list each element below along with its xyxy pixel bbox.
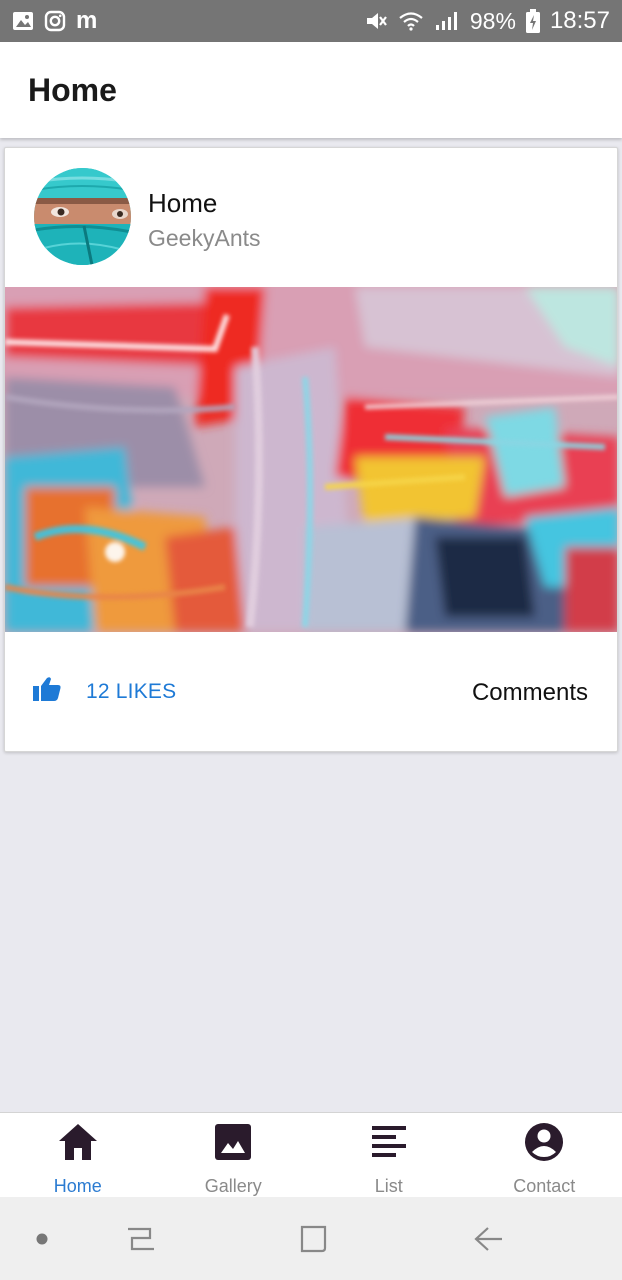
like-button[interactable]: 12 LIKES: [32, 676, 176, 707]
tab-label-gallery: Gallery: [204, 1176, 262, 1196]
comments-button[interactable]: Comments: [472, 679, 588, 707]
app-header: Home: [0, 42, 622, 138]
tab-list[interactable]: List: [311, 1113, 467, 1197]
home-nav-icon[interactable]: [294, 1221, 334, 1257]
recent-apps-icon[interactable]: [120, 1221, 160, 1257]
nav-dot-icon[interactable]: [22, 1221, 62, 1257]
signal-icon: [434, 10, 460, 32]
page-title: Home: [28, 71, 117, 108]
m-app-icon: m: [76, 7, 98, 34]
tab-contact[interactable]: Contact: [467, 1113, 622, 1197]
status-right-icons: 98% 18:57: [364, 7, 610, 35]
post-card: Home GeekyAnts 12 LIKES Comments: [4, 147, 618, 752]
image-notification-icon: [12, 11, 34, 31]
tab-label-home: Home: [53, 1176, 102, 1196]
tab-label-list: List: [374, 1176, 403, 1196]
tab-label-contact: Contact: [513, 1176, 576, 1196]
home-icon: [56, 1121, 100, 1162]
clock: 18:57: [549, 7, 610, 34]
bottom-tab-bar: Home Gallery List Contact: [0, 1112, 622, 1197]
status-bar: m 98% 18:57: [0, 0, 622, 42]
card-subtitle: GeekyAnts: [148, 225, 261, 251]
card-footer: 12 LIKES Comments: [5, 632, 617, 751]
account-icon: [522, 1121, 566, 1162]
mute-icon: [364, 10, 388, 32]
tab-gallery[interactable]: Gallery: [156, 1113, 312, 1197]
tab-home[interactable]: Home: [0, 1113, 156, 1197]
back-icon[interactable]: [468, 1221, 508, 1257]
likes-count: 12 LIKES: [86, 679, 177, 703]
instagram-icon: [44, 10, 66, 32]
card-header: Home GeekyAnts: [5, 148, 617, 287]
status-left-icons: m: [12, 9, 97, 33]
list-icon: [367, 1121, 411, 1162]
battery-charging-icon: [525, 9, 540, 33]
image-icon: [211, 1121, 255, 1162]
thumbs-up-icon: [32, 676, 62, 707]
avatar: [34, 168, 131, 265]
card-title: Home: [148, 188, 218, 218]
system-nav-bar: [0, 1197, 622, 1280]
wifi-icon: [398, 10, 424, 32]
post-image: [5, 287, 617, 632]
battery-percentage: 98%: [469, 7, 516, 34]
